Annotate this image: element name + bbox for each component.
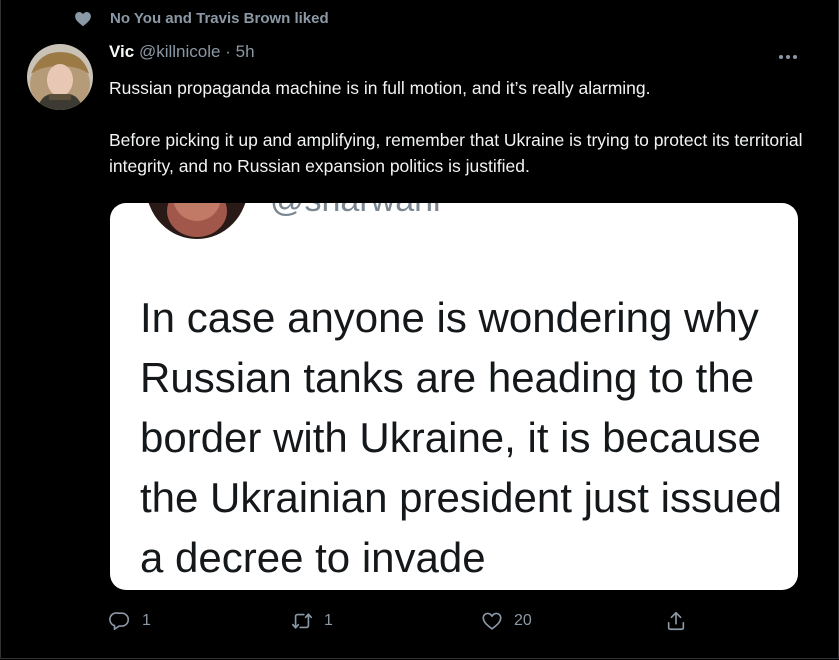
like-button[interactable]: 20	[481, 605, 532, 637]
quoted-text: In case anyone is wondering why Russian …	[140, 294, 783, 581]
quoted-handle: @sharwani	[270, 203, 441, 220]
tweet-header: Vic @killnicole · 5h	[109, 42, 255, 62]
heart-icon	[75, 11, 91, 27]
share-icon	[667, 611, 685, 631]
social-context-text: No You and Travis Brown liked	[110, 10, 329, 27]
tweet-text: Russian propaganda machine is in full mo…	[109, 75, 809, 179]
tweet-paragraph-1: Russian propaganda machine is in full mo…	[109, 78, 651, 98]
tweet-paragraph-2: Before picking it up and amplifying, rem…	[109, 130, 803, 176]
reply-icon	[109, 612, 130, 631]
like-icon	[482, 612, 502, 630]
social-context: No You and Travis Brown liked	[74, 9, 329, 29]
tweet-container[interactable]: No You and Travis Brown liked Vic @killn…	[0, 0, 839, 659]
header-separator: ·	[225, 42, 231, 61]
reply-button[interactable]: 1	[109, 605, 151, 637]
action-bar: 1 1 20	[109, 605, 699, 637]
retweet-count: 1	[324, 612, 333, 629]
quoted-avatar	[146, 203, 248, 239]
more-options-icon[interactable]	[777, 46, 799, 68]
author-name[interactable]: Vic	[109, 42, 134, 61]
retweet-icon	[292, 613, 312, 629]
tweet-time[interactable]: 5h	[236, 42, 255, 61]
media-image[interactable]: @sharwani In case anyone is wondering wh…	[110, 203, 798, 590]
share-button[interactable]	[665, 605, 687, 637]
like-count: 20	[514, 612, 532, 629]
reply-count: 1	[142, 612, 151, 629]
avatar[interactable]	[27, 44, 93, 110]
retweet-button[interactable]: 1	[291, 605, 333, 637]
author-handle[interactable]: @killnicole	[139, 42, 221, 61]
